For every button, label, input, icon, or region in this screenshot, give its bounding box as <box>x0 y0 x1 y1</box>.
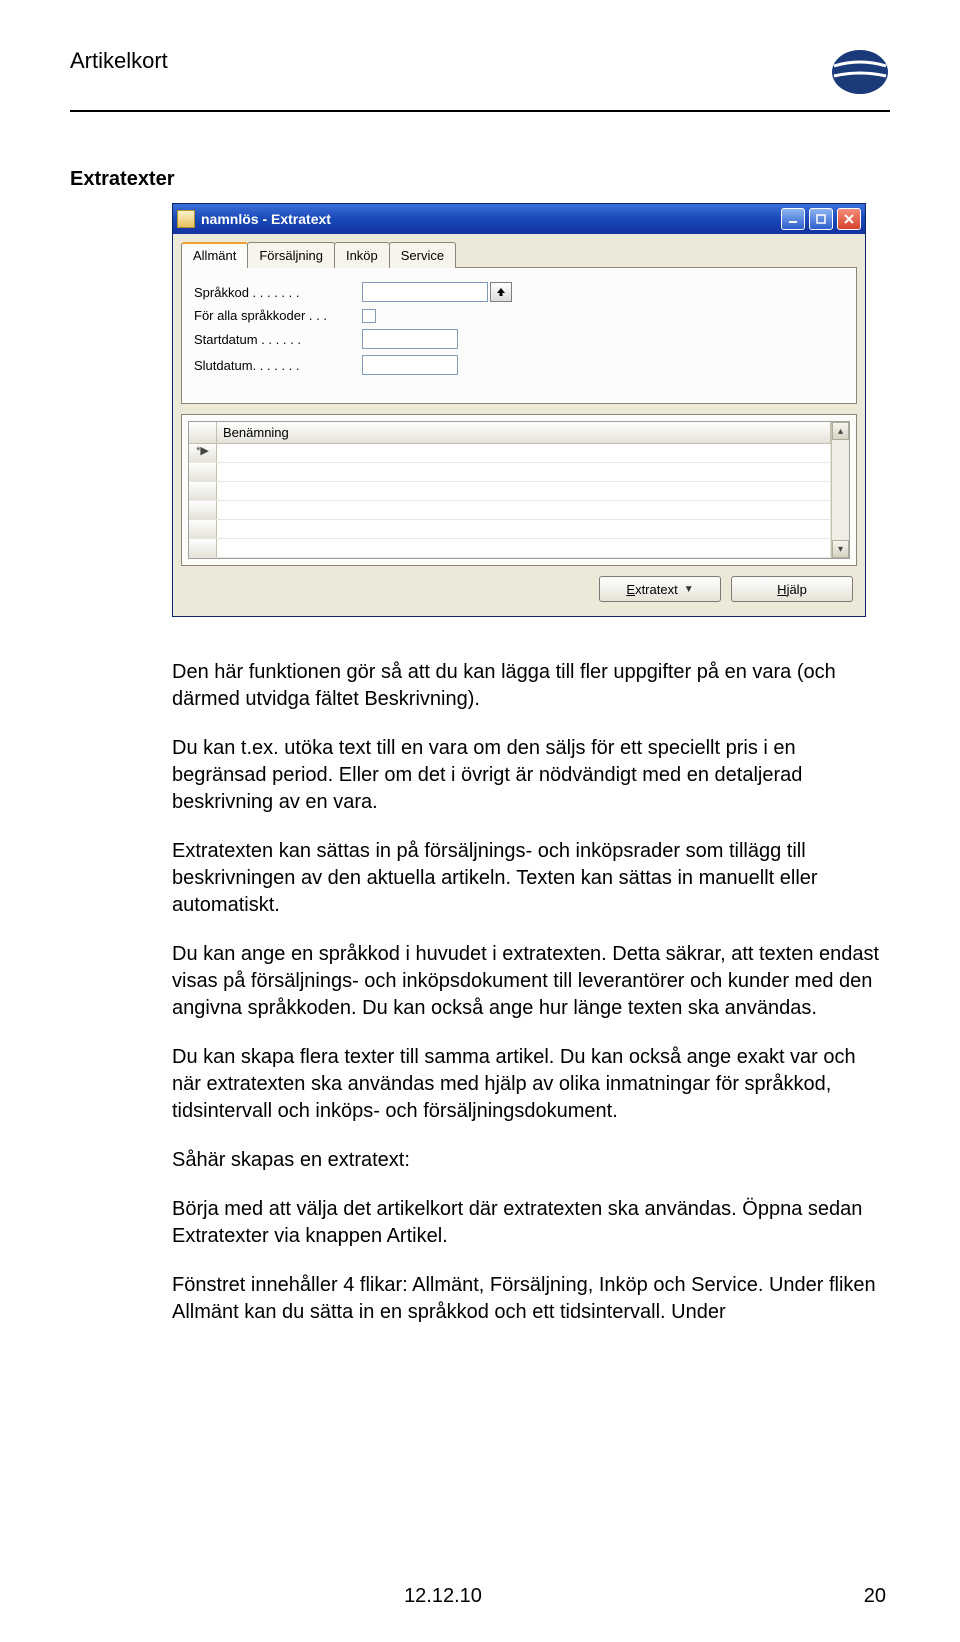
tab-service[interactable]: Service <box>389 242 456 268</box>
footer-date: 12.12.10 <box>404 1585 482 1608</box>
header-divider <box>70 110 890 112</box>
grid-rows: *▶ <box>189 444 831 558</box>
page-title: Artikelkort <box>70 48 168 74</box>
label-startdatum: Startdatum . . . . . . <box>194 332 362 347</box>
extratext-window: namnlös - Extratext Allmänt Försäljning … <box>172 203 866 617</box>
label-sprakkod: Språkkod . . . . . . . <box>194 285 362 300</box>
input-slutdatum[interactable] <box>362 355 458 375</box>
paragraph: Fönstret innehåller 4 flikar: Allmänt, F… <box>172 1272 886 1326</box>
grid-scrollbar[interactable]: ▴ ▾ <box>831 422 849 558</box>
label-for-alla: För alla språkkoder . . . <box>194 308 362 323</box>
input-startdatum[interactable] <box>362 329 458 349</box>
input-sprakkod[interactable] <box>362 282 488 302</box>
benamning-grid[interactable]: Benämning *▶ ▴ <box>188 421 850 559</box>
paragraph: Du kan t.ex. utöka text till en vara om … <box>172 735 886 816</box>
company-logo-icon <box>830 48 890 96</box>
tab-row: Allmänt Försäljning Inköp Service <box>181 242 857 268</box>
extratext-button[interactable]: Extratext ▼ <box>599 576 721 602</box>
row-marker: *▶ <box>189 444 217 462</box>
grid-col-benamning[interactable]: Benämning <box>217 422 831 443</box>
paragraph: Såhär skapas en extratext: <box>172 1147 886 1174</box>
grid-row[interactable] <box>189 539 831 558</box>
window-titlebar[interactable]: namnlös - Extratext <box>173 204 865 234</box>
tab-allmant[interactable]: Allmänt <box>181 242 248 268</box>
grid-row[interactable] <box>189 463 831 482</box>
grid-row[interactable] <box>189 501 831 520</box>
page-header: Artikelkort <box>0 0 960 104</box>
arrow-up-icon <box>496 287 506 297</box>
grid-area: Benämning *▶ ▴ <box>181 414 857 566</box>
hjalp-button[interactable]: Hjälp <box>731 576 853 602</box>
window-body: Allmänt Försäljning Inköp Service Språkk… <box>173 234 865 616</box>
label-slutdatum: Slutdatum. . . . . . . <box>194 358 362 373</box>
dropdown-arrow-icon: ▼ <box>684 584 694 595</box>
row-startdatum: Startdatum . . . . . . <box>194 329 844 349</box>
tab-panel-allmant: Språkkod . . . . . . . För alla språkkod… <box>181 267 857 404</box>
maximize-button[interactable] <box>809 208 833 230</box>
tab-forsaljning[interactable]: Försäljning <box>247 242 335 268</box>
scroll-down-button[interactable]: ▾ <box>832 540 849 558</box>
window-title: namnlös - Extratext <box>201 211 777 227</box>
row-sprakkod: Språkkod . . . . . . . <box>194 282 844 302</box>
close-button[interactable] <box>837 208 861 230</box>
cell-benamning[interactable] <box>217 444 831 462</box>
row-slutdatum: Slutdatum. . . . . . . <box>194 355 844 375</box>
page-number: 20 <box>864 1585 886 1608</box>
checkbox-for-alla[interactable] <box>362 309 376 323</box>
paragraph: Du kan skapa flera texter till samma art… <box>172 1044 886 1125</box>
tab-inkop[interactable]: Inköp <box>334 242 390 268</box>
page-footer: 12.12.10 20 <box>0 1585 960 1608</box>
button-row: Extratext ▼ Hjälp <box>181 566 857 608</box>
grid-row-new[interactable]: *▶ <box>189 444 831 463</box>
grid-header: Benämning <box>189 422 831 444</box>
paragraph: Extratexten kan sättas in på försäljning… <box>172 838 886 919</box>
lookup-sprakkod-button[interactable] <box>490 282 512 302</box>
row-for-alla: För alla språkkoder . . . <box>194 308 844 323</box>
grid-row[interactable] <box>189 482 831 501</box>
paragraph: Den här funktionen gör så att du kan läg… <box>172 659 886 713</box>
section-title: Extratexter <box>70 168 960 191</box>
window-app-icon <box>177 210 195 228</box>
scroll-up-button[interactable]: ▴ <box>832 422 849 440</box>
paragraph: Du kan ange en språkkod i huvudet i extr… <box>172 941 886 1022</box>
grid-row[interactable] <box>189 520 831 539</box>
grid-corner[interactable] <box>189 422 217 443</box>
minimize-button[interactable] <box>781 208 805 230</box>
paragraph: Börja med att välja det artikelkort där … <box>172 1196 886 1250</box>
content-body: Den här funktionen gör så att du kan läg… <box>172 659 886 1326</box>
